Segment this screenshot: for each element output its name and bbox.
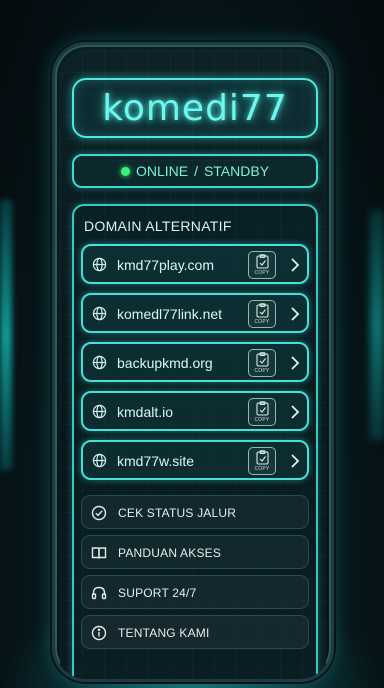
headset-icon [91, 586, 107, 600]
domain-name: kmd77w.site [117, 453, 195, 469]
copy-label: COPY [254, 368, 270, 374]
copy-button[interactable]: COPY [248, 300, 276, 328]
domain-name: kmd77play.com [117, 257, 215, 273]
background-glow-left [0, 200, 12, 470]
phone-frame: komedi77 ONLINE / STANDBY DOMAIN ALTERNA… [52, 42, 334, 682]
info-icon [91, 625, 107, 641]
globe-icon [92, 453, 107, 468]
globe-icon [92, 355, 107, 370]
copy-label: COPY [254, 466, 270, 472]
copy-label: COPY [254, 270, 270, 276]
menu-item-suport[interactable]: SUPORT 24/7 [81, 575, 309, 609]
domain-name: backupkmd.org [117, 355, 213, 371]
menu-item-tentang-kami[interactable]: TENTANG KAMI [81, 615, 309, 649]
book-icon [91, 547, 107, 559]
copy-button[interactable]: COPY [248, 447, 276, 475]
domain-name: kmdalt.io [117, 404, 174, 420]
app-logo: komedi77 [102, 87, 288, 129]
copy-label: COPY [254, 417, 270, 423]
menu-item-cek-status[interactable]: CEK STATUS JALUR [81, 495, 309, 529]
domain-name: komedl77link.net [117, 306, 223, 322]
globe-icon [92, 257, 107, 272]
copy-button[interactable]: COPY [248, 349, 276, 377]
chevron-right-icon [291, 454, 300, 468]
globe-icon [92, 306, 107, 321]
clipboard-icon [256, 401, 269, 416]
menu-item-label: SUPORT 24/7 [118, 586, 197, 600]
menu-item-label: CEK STATUS JALUR [118, 506, 237, 520]
domain-item[interactable]: kmdalt.io COPY [81, 391, 309, 431]
logo-box: komedi77 [72, 78, 318, 138]
domain-panel: DOMAIN ALTERNATIF kmd77play.com COPY kom… [72, 204, 318, 679]
status-bar: ONLINE / STANDBY [72, 154, 318, 188]
menu-item-label: PANDUAN AKSES [118, 546, 222, 560]
clipboard-icon [256, 254, 269, 269]
chevron-right-icon [291, 307, 300, 321]
domain-panel-title: DOMAIN ALTERNATIF [84, 218, 232, 234]
status-online-text: ONLINE [135, 163, 189, 179]
app-screen: komedi77 ONLINE / STANDBY DOMAIN ALTERNA… [60, 50, 326, 679]
chevron-right-icon [291, 405, 300, 419]
menu-item-label: TENTANG KAMI [118, 626, 210, 640]
domain-item[interactable]: kmd77w.site COPY [81, 440, 309, 480]
clipboard-icon [256, 450, 269, 465]
domain-item[interactable]: kmd77play.com COPY [81, 244, 309, 284]
chevron-right-icon [291, 356, 300, 370]
copy-button[interactable]: COPY [248, 398, 276, 426]
chevron-right-icon [291, 258, 300, 272]
globe-icon [92, 404, 107, 419]
check-circle-icon [91, 505, 107, 521]
menu-item-panduan-akses[interactable]: PANDUAN AKSES [81, 535, 309, 569]
background-glow-right [370, 210, 384, 440]
copy-label: COPY [254, 319, 270, 325]
status-separator: / [194, 163, 198, 179]
clipboard-icon [256, 303, 269, 318]
status-standby-text: STANDBY [203, 163, 270, 179]
clipboard-icon [256, 352, 269, 367]
domain-item[interactable]: komedl77link.net COPY [81, 293, 309, 333]
status-dot-icon [120, 166, 130, 176]
domain-item[interactable]: backupkmd.org COPY [81, 342, 309, 382]
copy-button[interactable]: COPY [248, 251, 276, 279]
